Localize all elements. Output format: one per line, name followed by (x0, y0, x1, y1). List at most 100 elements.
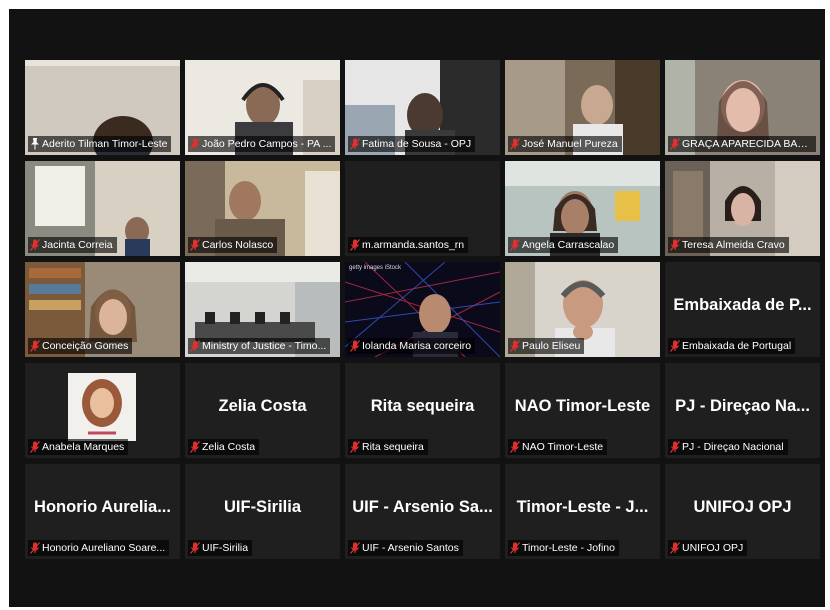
participant-tile[interactable]: Zelia Costa Zelia Costa (185, 363, 340, 458)
participant-tile[interactable]: m.armanda.santos_rn (345, 161, 500, 256)
mic-muted-icon (30, 239, 40, 251)
participant-grid: Aderito Tilman Timor-Leste João Pedro Cam… (25, 60, 820, 559)
participant-name-label: Embaixada de Portugal (668, 338, 796, 354)
participant-name-label: PJ - Direçao Nacional (668, 439, 788, 455)
avatar (68, 373, 136, 441)
participant-name: m.armanda.santos_rn (362, 239, 465, 251)
participant-name: Zelia Costa (202, 441, 256, 453)
display-name: UIF - Arsenio Sa... (352, 498, 493, 516)
participant-tile[interactable]: Anabela Marques (25, 363, 180, 458)
mic-muted-icon (510, 239, 520, 251)
mic-muted-icon (350, 542, 360, 554)
participant-name: João Pedro Campos - PA ... (202, 138, 332, 150)
participant-name: NAO Timor-Leste (522, 441, 604, 453)
participant-name-label: João Pedro Campos - PA ... (188, 136, 336, 152)
participant-name: José Manuel Pureza (522, 138, 618, 150)
participant-tile[interactable]: Conceição Gomes (25, 262, 180, 357)
participant-tile[interactable]: PJ - Direçao Na... PJ - Direçao Nacional (665, 363, 820, 458)
participant-name: Angela Carrascalao (522, 239, 615, 251)
participant-name-label: Aderito Tilman Timor-Leste (28, 136, 172, 152)
participant-tile[interactable]: Timor-Leste - J... Timor-Leste - Jofino (505, 464, 660, 559)
mic-muted-icon (510, 340, 520, 352)
participant-tile[interactable]: Fatima de Sousa - OPJ (345, 60, 500, 155)
participant-tile[interactable]: Jacinta Correia (25, 161, 180, 256)
display-name: NAO Timor-Leste (514, 397, 651, 415)
participant-name: UIF-Sirilia (202, 542, 249, 554)
participant-name: Honorio Aureliano Soare... (42, 542, 166, 554)
participant-name: Aderito Tilman Timor-Leste (42, 138, 168, 150)
mic-muted-icon (190, 138, 200, 150)
participant-name-label: Conceição Gomes (28, 338, 133, 354)
participant-tile[interactable]: UIF - Arsenio Sa... UIF - Arsenio Santos (345, 464, 500, 559)
mic-muted-icon (510, 441, 520, 453)
mic-muted-icon (350, 340, 360, 352)
mic-muted-icon (190, 441, 200, 453)
participant-tile[interactable]: UNIFOJ OPJ UNIFOJ OPJ (665, 464, 820, 559)
display-name: Zelia Costa (218, 397, 307, 415)
participant-name-label: Angela Carrascalao (508, 237, 619, 253)
participant-tile[interactable]: UIF-Sirilia UIF-Sirilia (185, 464, 340, 559)
participant-name: Paulo Eliseu (522, 340, 581, 352)
participant-name: UNIFOJ OPJ (682, 542, 744, 554)
participant-name-label: m.armanda.santos_rn (348, 237, 469, 253)
participant-tile[interactable]: Teresa Almeida Cravo (665, 161, 820, 256)
mic-muted-icon (670, 542, 680, 554)
participant-name: PJ - Direçao Nacional (682, 441, 784, 453)
mic-muted-icon (190, 340, 200, 352)
participant-name-label: NAO Timor-Leste (508, 439, 608, 455)
participant-tile[interactable]: Carlos Nolasco (185, 161, 340, 256)
participant-name: Teresa Almeida Cravo (682, 239, 785, 251)
participant-name: Jacinta Correia (42, 239, 113, 251)
participant-name: Fatima de Sousa - OPJ (362, 138, 472, 150)
mic-muted-icon (190, 239, 200, 251)
participant-tile[interactable]: Embaixada de P... Embaixada de Portugal (665, 262, 820, 357)
participant-name: Embaixada de Portugal (682, 340, 792, 352)
mic-muted-icon (510, 542, 520, 554)
participant-tile[interactable]: José Manuel Pureza (505, 60, 660, 155)
mic-muted-icon (30, 340, 40, 352)
participant-name-label: UIF-Sirilia (188, 540, 253, 556)
meeting-window: Aderito Tilman Timor-Leste João Pedro Cam… (9, 9, 825, 607)
participant-name-label: GRAÇA APARECIDA BARC... (668, 136, 816, 152)
mic-muted-icon (670, 340, 680, 352)
mic-muted-icon (670, 441, 680, 453)
display-name: Honorio Aurelia... (34, 498, 171, 516)
participant-name-label: Honorio Aureliano Soare... (28, 540, 170, 556)
participant-name: Anabela Marques (42, 441, 125, 453)
participant-name: GRAÇA APARECIDA BARC... (682, 138, 812, 150)
participant-tile[interactable]: NAO Timor-Leste NAO Timor-Leste (505, 363, 660, 458)
participant-name-label: Timor-Leste - Jofino (508, 540, 619, 556)
participant-name: Rita sequeira (362, 441, 424, 453)
participant-name-label: Zelia Costa (188, 439, 260, 455)
display-name: Embaixada de P... (673, 296, 812, 314)
display-name: Rita sequeira (370, 397, 475, 415)
mic-muted-icon (350, 239, 360, 251)
participant-name-label: Iolanda Marisa corceiro (348, 338, 476, 354)
participant-tile[interactable]: Ministry of Justice - Timo... (185, 262, 340, 357)
display-name: Timor-Leste - J... (516, 498, 649, 516)
participant-name-label: Anabela Marques (28, 439, 129, 455)
mic-muted-icon (670, 239, 680, 251)
participant-name: Carlos Nolasco (202, 239, 274, 251)
participant-tile[interactable]: Paulo Eliseu (505, 262, 660, 357)
participant-tile[interactable]: GRAÇA APARECIDA BARC... (665, 60, 820, 155)
pin-icon (31, 138, 39, 150)
participant-tile[interactable]: Angela Carrascalao (505, 161, 660, 256)
participant-tile[interactable]: João Pedro Campos - PA ... (185, 60, 340, 155)
background-logo: getty images iStock (349, 265, 402, 271)
display-name: UIF-Sirilia (223, 498, 301, 516)
participant-tile[interactable]: Rita sequeira Rita sequeira (345, 363, 500, 458)
participant-name-label: UNIFOJ OPJ (668, 540, 748, 556)
mic-muted-icon (30, 542, 40, 554)
participant-tile[interactable]: Aderito Tilman Timor-Leste (25, 60, 180, 155)
participant-name-label: José Manuel Pureza (508, 136, 622, 152)
display-name: PJ - Direçao Na... (675, 397, 810, 415)
mic-muted-icon (350, 138, 360, 150)
participant-name: UIF - Arsenio Santos (362, 542, 459, 554)
participant-tile[interactable]: getty images iStock Iolanda Marisa corcei… (345, 262, 500, 357)
participant-name: Conceição Gomes (42, 340, 129, 352)
participant-name-label: Ministry of Justice - Timo... (188, 338, 331, 354)
participant-name-label: Rita sequeira (348, 439, 428, 455)
mic-muted-icon (30, 441, 40, 453)
participant-tile[interactable]: Honorio Aurelia... Honorio Aureliano Soar… (25, 464, 180, 559)
